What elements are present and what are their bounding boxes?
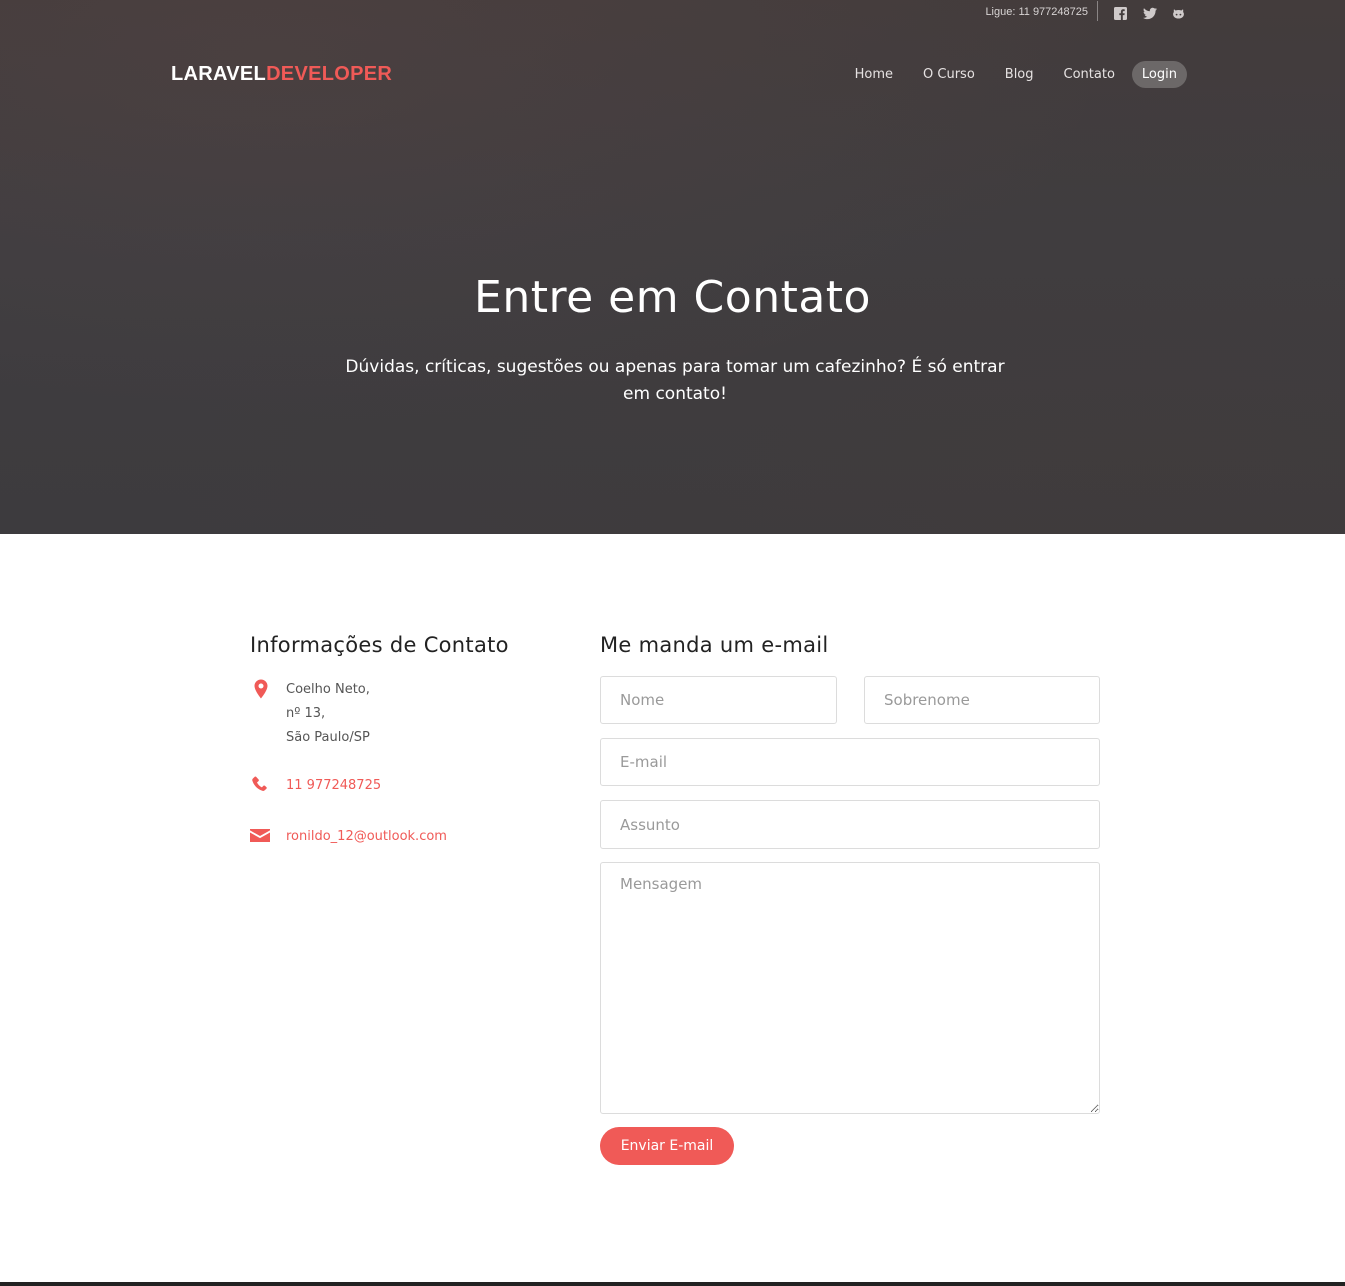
contact-form: Me manda um e-mail Enviar E-mail bbox=[600, 633, 1100, 1165]
message-textarea[interactable] bbox=[600, 862, 1100, 1114]
social-links bbox=[1114, 5, 1185, 20]
footer-border bbox=[0, 1282, 1345, 1286]
logo-part-developer: DEVELOPER bbox=[266, 62, 393, 85]
navbar: LARAVELDEVELOPER Home O Curso Blog Conta… bbox=[171, 58, 1187, 90]
address-text: Coelho Neto, nº 13, São Paulo/SP bbox=[286, 678, 370, 750]
page-title: Entre em Contato bbox=[474, 272, 871, 323]
facebook-icon[interactable] bbox=[1114, 5, 1127, 20]
address-item: Coelho Neto, nº 13, São Paulo/SP bbox=[250, 678, 370, 750]
phone-link[interactable]: 11 977248725 bbox=[286, 774, 381, 798]
form-title: Me manda um e-mail bbox=[600, 633, 829, 657]
address-line-3: São Paulo/SP bbox=[286, 730, 370, 745]
subject-input[interactable] bbox=[600, 800, 1100, 849]
twitter-icon[interactable] bbox=[1143, 5, 1157, 19]
logo-part-laravel: LARAVEL bbox=[171, 62, 267, 85]
topbar-phone: Ligue: 11 977248725 bbox=[985, 1, 1098, 21]
address-line-2: nº 13, bbox=[286, 706, 326, 721]
email-input[interactable] bbox=[600, 738, 1100, 786]
nav-home[interactable]: Home bbox=[840, 61, 908, 88]
page-subtitle: Dúvidas, críticas, sugestões ou apenas p… bbox=[345, 357, 1005, 404]
send-email-button[interactable]: Enviar E-mail bbox=[600, 1127, 734, 1165]
github-icon[interactable] bbox=[1172, 5, 1185, 18]
top-bar: Ligue: 11 977248725 bbox=[985, 0, 1185, 22]
first-name-input[interactable] bbox=[600, 676, 837, 724]
envelope-icon bbox=[250, 825, 272, 847]
address-line-1: Coelho Neto, bbox=[286, 682, 370, 697]
main-menu: Home O Curso Blog Contato Login bbox=[840, 60, 1187, 88]
phone-item: 11 977248725 bbox=[250, 774, 381, 798]
nav-o-curso[interactable]: O Curso bbox=[908, 61, 990, 88]
last-name-input[interactable] bbox=[864, 676, 1100, 724]
contact-info-section: Informações de Contato Coelho Neto, nº 1… bbox=[250, 633, 550, 844]
site-logo[interactable]: LARAVELDEVELOPER bbox=[171, 63, 392, 86]
nav-blog[interactable]: Blog bbox=[990, 61, 1049, 88]
map-marker-icon bbox=[250, 678, 272, 700]
email-link[interactable]: ronildo_12@outlook.com bbox=[286, 825, 447, 849]
phone-icon bbox=[250, 774, 272, 796]
contact-info-title: Informações de Contato bbox=[250, 633, 509, 657]
nav-contato[interactable]: Contato bbox=[1049, 61, 1130, 88]
hero-section: Ligue: 11 977248725 LARAVELDEVELOPER Hom… bbox=[0, 0, 1345, 534]
login-button[interactable]: Login bbox=[1131, 60, 1187, 88]
email-item: ronildo_12@outlook.com bbox=[250, 825, 447, 849]
